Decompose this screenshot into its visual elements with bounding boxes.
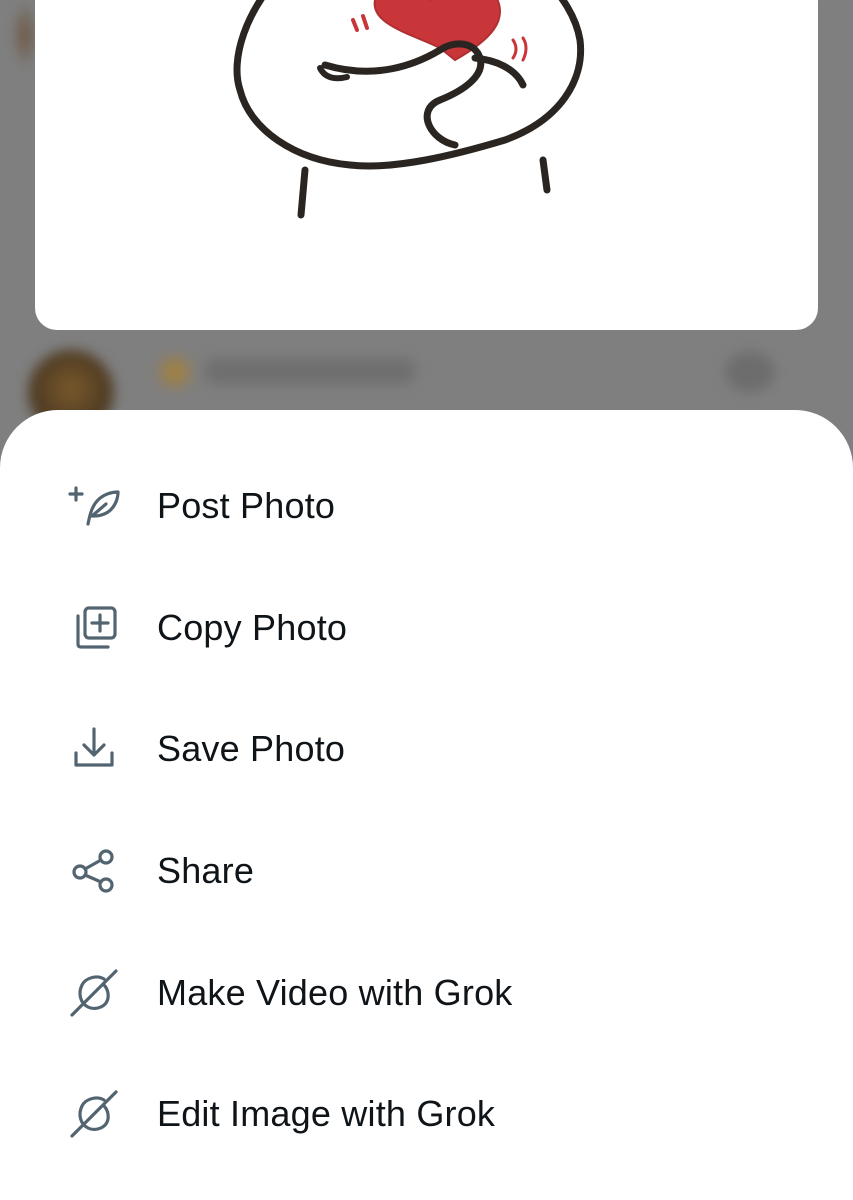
share-menu-item[interactable]: Share <box>0 816 853 926</box>
bottom-sheet: Post Photo Copy Photo Save Photo Share M… <box>0 410 853 1200</box>
emoji-icon <box>150 352 200 392</box>
screen: Post Photo Copy Photo Save Photo Share M… <box>0 0 853 1200</box>
copy-photo-menu-item[interactable]: Copy Photo <box>0 573 853 683</box>
copy-photo-icon <box>66 600 122 656</box>
menu-item-label: Copy Photo <box>157 607 348 648</box>
menu-item-label: Share <box>157 850 255 891</box>
post-photo-menu-item[interactable]: Post Photo <box>0 451 853 561</box>
menu-item-label: Save Photo <box>157 728 346 769</box>
menu-item-label: Make Video with Grok <box>157 972 513 1013</box>
share-icon <box>66 843 122 899</box>
menu-item-label: Post Photo <box>157 485 336 526</box>
more-icon <box>725 352 775 392</box>
background-post-header <box>0 330 853 436</box>
heart-hug-illustration <box>233 0 585 219</box>
save-photo-menu-item[interactable]: Save Photo <box>0 694 853 804</box>
post-photo-image[interactable] <box>35 0 818 330</box>
grok-icon <box>66 1086 122 1142</box>
post-photo-icon <box>66 478 122 534</box>
save-photo-icon <box>66 721 122 777</box>
make-video-with-grok-menu-item[interactable]: Make Video with Grok <box>0 938 853 1048</box>
username-placeholder <box>205 358 415 384</box>
grok-icon <box>66 965 122 1021</box>
menu-item-label: Edit Image with Grok <box>157 1093 496 1134</box>
edit-image-with-grok-menu-item[interactable]: Edit Image with Grok <box>0 1059 853 1169</box>
